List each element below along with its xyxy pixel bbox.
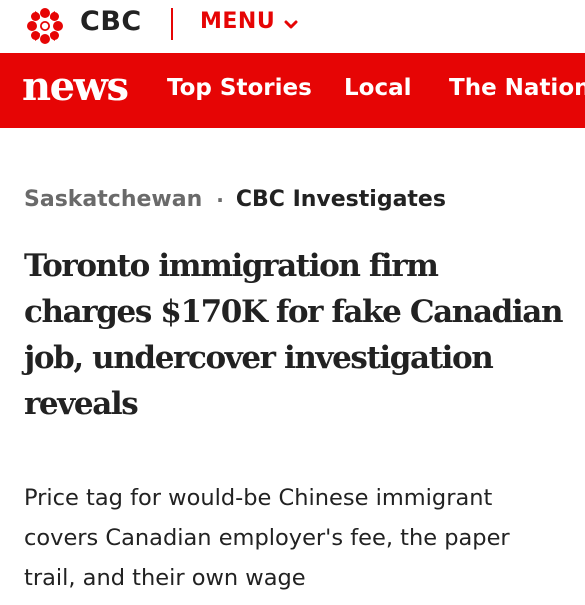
article-headline: Toronto immigration firm charges $170K f…	[24, 248, 564, 422]
article-meta: Saskatchewan · CBC Investigates	[24, 187, 446, 212]
brand-name[interactable]: CBC	[80, 6, 142, 37]
news-nav-bar: news Top Stories Local The National	[0, 53, 585, 128]
nav-item-the-national[interactable]: The National	[449, 77, 585, 100]
chevron-down-icon	[284, 20, 298, 28]
cbc-gem-logo-icon[interactable]	[24, 5, 66, 47]
menu-label: MENU	[200, 9, 276, 34]
news-section-logo[interactable]: news	[22, 67, 129, 107]
header-divider	[171, 8, 173, 40]
top-header: CBC MENU	[0, 0, 585, 50]
region-link[interactable]: Saskatchewan	[24, 187, 202, 212]
nav-item-local[interactable]: Local	[344, 77, 412, 100]
menu-button[interactable]: MENU	[200, 9, 298, 34]
meta-separator: ·	[216, 187, 224, 212]
series-link[interactable]: CBC Investigates	[236, 187, 446, 212]
nav-item-top-stories[interactable]: Top Stories	[167, 77, 312, 100]
article-deck: Price tag for would-be Chinese immigrant…	[24, 485, 510, 591]
